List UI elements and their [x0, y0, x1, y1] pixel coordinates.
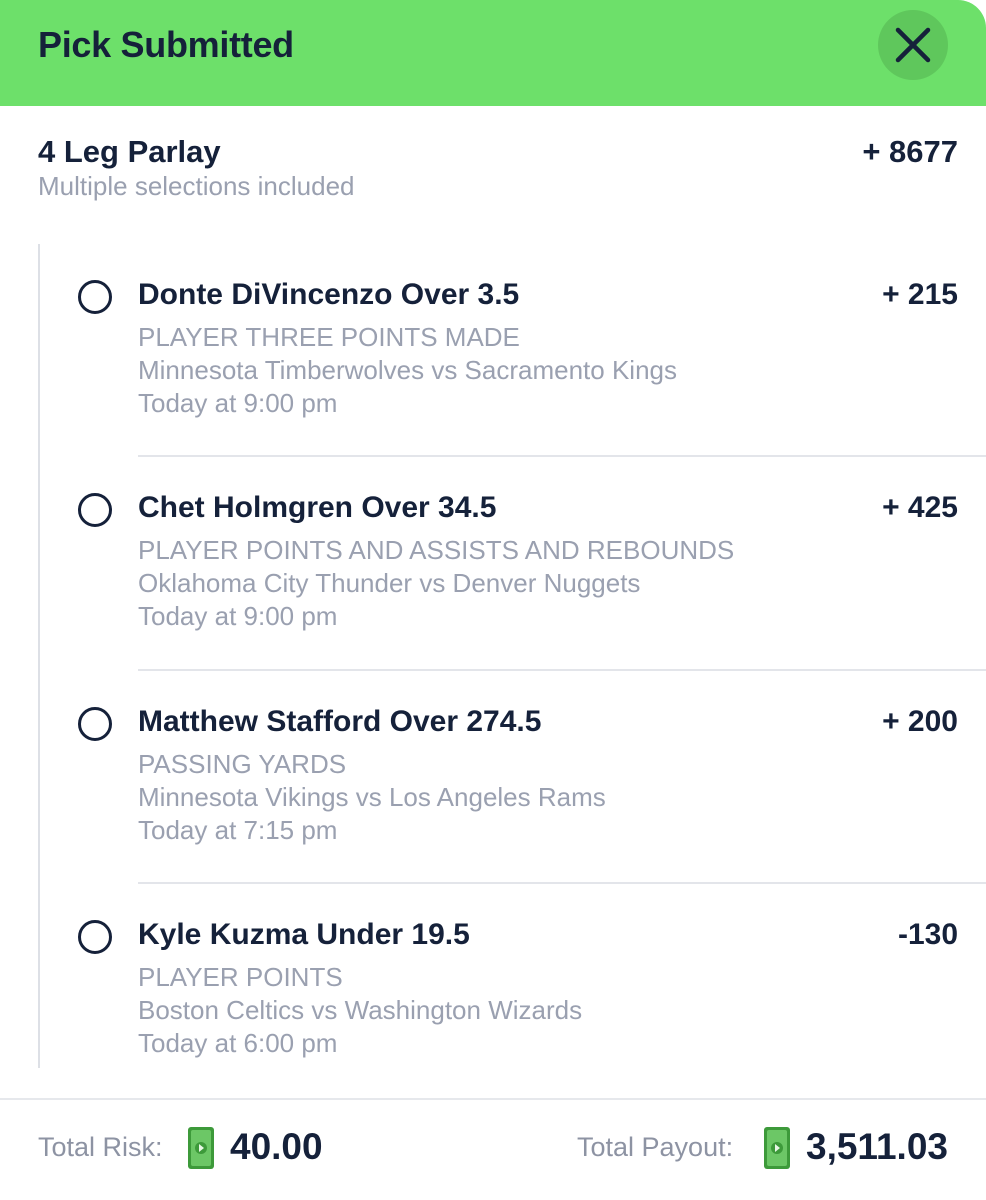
leg-status-radio[interactable] — [78, 707, 112, 741]
leg-matchup: Minnesota Timberwolves vs Sacramento Kin… — [138, 355, 678, 385]
leg-divider — [138, 882, 986, 884]
total-risk-label: Total Risk: — [38, 1132, 163, 1162]
leg-market: PLAYER THREE POINTS MADE — [138, 322, 520, 352]
legs-connector-line — [38, 244, 40, 1068]
dollar-bill-icon — [764, 1127, 790, 1169]
leg-time: Today at 7:15 pm — [138, 815, 338, 845]
leg-time: Today at 9:00 pm — [138, 388, 338, 418]
leg-matchup: Minnesota Vikings vs Los Angeles Rams — [138, 782, 606, 812]
close-button[interactable] — [878, 10, 948, 80]
leg-time: Today at 6:00 pm — [138, 1028, 338, 1058]
parlay-title: 4 Leg Parlay — [38, 134, 221, 169]
total-risk-value: 40.00 — [230, 1126, 323, 1167]
leg-time: Today at 9:00 pm — [138, 601, 338, 631]
leg-odds: -130 — [897, 918, 958, 951]
leg-selection-name: Chet Holmgren Over 34.5 — [138, 491, 497, 524]
leg-divider — [138, 669, 986, 671]
total-payout-value: 3,511.03 — [806, 1126, 948, 1167]
parlay-odds: + 8677 — [862, 134, 958, 169]
leg-status-radio[interactable] — [78, 280, 112, 314]
leg-matchup: Boston Celtics vs Washington Wizards — [138, 995, 583, 1025]
header-bar: Pick Submitted — [0, 0, 986, 106]
leg-status-radio[interactable] — [78, 493, 112, 527]
leg-matchup: Oklahoma City Thunder vs Denver Nuggets — [138, 568, 641, 598]
header-title: Pick Submitted — [38, 24, 294, 65]
leg-odds: + 200 — [882, 705, 958, 738]
dollar-bill-icon — [188, 1127, 214, 1169]
total-payout-label: Total Payout: — [577, 1132, 734, 1162]
leg-market: PASSING YARDS — [138, 749, 347, 779]
leg-selection-name: Kyle Kuzma Under 19.5 — [138, 918, 470, 951]
leg-odds: + 215 — [882, 278, 958, 311]
leg-market: PLAYER POINTS — [138, 962, 343, 992]
parlay-subtitle: Multiple selections included — [38, 171, 355, 201]
leg-odds: + 425 — [882, 491, 958, 524]
leg-status-radio[interactable] — [78, 920, 112, 954]
close-icon — [895, 27, 931, 63]
leg-market: PLAYER POINTS AND ASSISTS AND REBOUNDS — [138, 535, 735, 565]
footer-divider — [0, 1098, 986, 1100]
leg-selection-name: Donte DiVincenzo Over 3.5 — [138, 278, 520, 311]
leg-divider — [138, 455, 986, 457]
leg-selection-name: Matthew Stafford Over 274.5 — [138, 705, 542, 738]
